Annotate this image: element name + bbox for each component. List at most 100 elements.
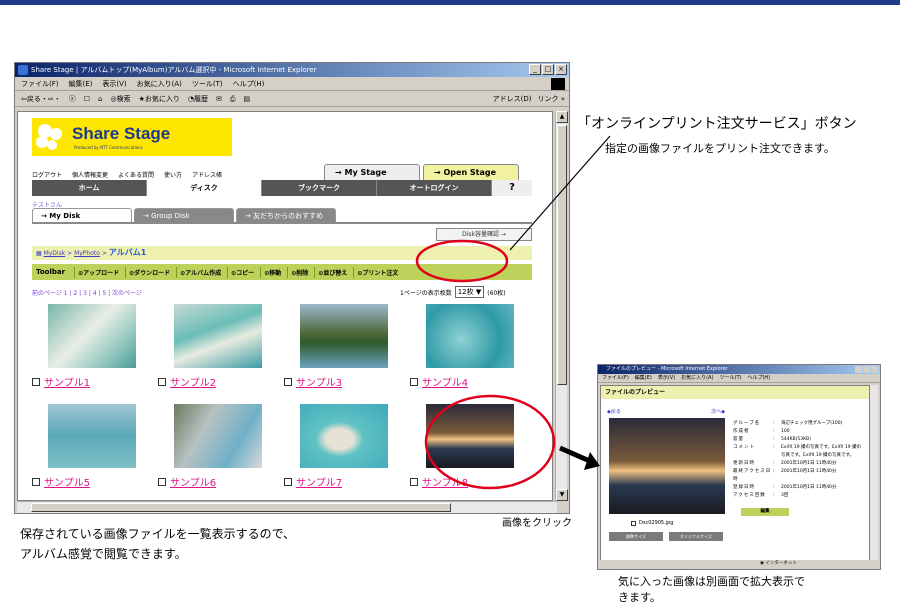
preview-edit-button[interactable]: 編集 xyxy=(741,508,789,516)
edit-icon[interactable]: ▤ xyxy=(243,91,250,106)
photo-checkbox[interactable] xyxy=(410,377,418,386)
history-button[interactable]: ◔履歴 xyxy=(188,91,208,106)
photo-link[interactable]: サンプル6 xyxy=(170,474,216,489)
maximize-button[interactable]: □ xyxy=(542,64,554,75)
preview-scrollbar[interactable] xyxy=(870,385,878,561)
island-photo[interactable] xyxy=(300,304,388,368)
preview-menu-help[interactable]: ヘルプ(H) xyxy=(747,374,770,382)
photo-link[interactable]: サンプル7 xyxy=(296,474,342,489)
standard-size-button[interactable]: 標準サイズ xyxy=(609,532,663,541)
preview-minimize-button[interactable] xyxy=(855,366,862,373)
photo-checkbox[interactable] xyxy=(158,377,166,386)
photo-link[interactable]: サンプル3 xyxy=(296,374,342,389)
scroll-up-icon[interactable]: ▲ xyxy=(556,111,568,123)
preview-checkbox[interactable] xyxy=(631,520,636,526)
tab-my-disk[interactable]: → My Disk xyxy=(32,208,132,222)
close-button[interactable]: × xyxy=(555,64,567,75)
tab-recommend[interactable]: → 友だちからのおすすめ xyxy=(236,208,336,222)
disk-capacity-button[interactable]: Disk容量確認 → xyxy=(436,228,532,241)
back-button[interactable]: ⇦戻る・⇨・ xyxy=(21,91,61,106)
menu-help[interactable]: ヘルプ(H) xyxy=(233,77,265,90)
photo-checkbox[interactable] xyxy=(32,477,40,486)
preview-maximize-button[interactable] xyxy=(863,366,870,373)
preview-menu-edit[interactable]: 編集(E) xyxy=(635,374,652,382)
photo-link[interactable]: サンプル8 xyxy=(422,474,468,489)
print-icon[interactable]: ⎙ xyxy=(230,91,236,106)
search-button[interactable]: ◎検索 xyxy=(110,91,130,106)
photo-link[interactable]: サンプル4 xyxy=(422,374,468,389)
photo-checkbox[interactable] xyxy=(284,477,292,486)
favorites-button[interactable]: ★お気に入り xyxy=(139,91,180,106)
move-button[interactable]: ⊙移動 xyxy=(260,266,284,278)
nav-home[interactable]: ホーム xyxy=(32,180,147,196)
logout-link[interactable]: ログアウト xyxy=(32,170,62,179)
preview-prev-link[interactable]: ◆戻る xyxy=(607,408,621,415)
photo-checkbox[interactable] xyxy=(284,377,292,386)
heart-reef-photo[interactable] xyxy=(300,404,388,468)
preview-menu-tools[interactable]: ツール(T) xyxy=(720,374,742,382)
photo-checkbox[interactable] xyxy=(158,477,166,486)
faq-link[interactable]: よくある質問 xyxy=(118,170,154,179)
menu-file[interactable]: ファイル(F) xyxy=(21,77,59,90)
sunset-photo[interactable] xyxy=(426,404,514,468)
menu-view[interactable]: 表示(V) xyxy=(102,77,126,90)
preview-titlebar[interactable]: ファイルのプレビュー - Microsoft Internet Explorer xyxy=(598,365,880,374)
delete-button[interactable]: ⊙削除 xyxy=(287,266,311,278)
scroll-thumb[interactable] xyxy=(557,125,567,385)
share-stage-logo[interactable]: Share Stage Produced by NTT Communicatio… xyxy=(32,118,232,156)
profile-link[interactable]: 個人情報変更 xyxy=(72,170,108,179)
howto-link[interactable]: 使い方 xyxy=(164,170,182,179)
nav-autologin[interactable]: オートログイン xyxy=(377,180,492,196)
mail-icon[interactable]: ✉ xyxy=(216,91,222,106)
home-icon[interactable]: ⌂ xyxy=(98,91,102,106)
menu-edit[interactable]: 編集(E) xyxy=(69,77,93,90)
download-button[interactable]: ⊙ダウンロード xyxy=(125,266,173,278)
hscroll-thumb[interactable] xyxy=(31,503,451,512)
nav-bookmark[interactable]: ブックマーク xyxy=(262,180,377,196)
preview-close-button[interactable] xyxy=(871,366,878,373)
original-size-button[interactable]: オリジナルサイズ xyxy=(669,532,723,541)
menu-tools[interactable]: ツール(T) xyxy=(192,77,223,90)
tab-group-disk[interactable]: → Group Disk xyxy=(134,208,234,222)
photo-checkbox[interactable] xyxy=(32,377,40,386)
photo-link[interactable]: サンプル2 xyxy=(170,374,216,389)
preview-menu-file[interactable]: ファイル(F) xyxy=(602,374,629,382)
preview-file: Dsc02905.jpg xyxy=(631,520,673,526)
pagination[interactable]: 前のページ 1 | 2 | 3 | 4 | 5 | 次のページ xyxy=(32,288,142,297)
vertical-scrollbar[interactable]: ▲ ▼ xyxy=(555,111,568,501)
address-book-link[interactable]: アドレス帳 xyxy=(192,170,222,179)
sandbar-photo[interactable] xyxy=(48,304,136,368)
nav-disk[interactable]: ディスク xyxy=(147,180,262,196)
menu-favorites[interactable]: お気に入り(A) xyxy=(137,77,182,90)
photo-checkbox[interactable] xyxy=(410,477,418,486)
scroll-down-icon[interactable]: ▼ xyxy=(556,489,568,501)
refresh-icon[interactable]: ☐ xyxy=(84,91,90,106)
create-album-button[interactable]: ⊙アルバム作成 xyxy=(176,266,224,278)
address-label[interactable]: アドレス(D) xyxy=(493,91,532,107)
minimize-button[interactable]: _ xyxy=(529,64,541,75)
help-icon[interactable]: ? xyxy=(492,180,532,196)
photo-link[interactable]: サンプル1 xyxy=(44,374,90,389)
copy-button[interactable]: ⊙コピー xyxy=(227,266,257,278)
sea-photo[interactable] xyxy=(48,404,136,468)
breadcrumb-myphoto[interactable]: MyPhoto xyxy=(74,250,100,257)
window-titlebar[interactable]: Share Stage | アルバムトップ(MyAlbum)アルバム選択中 - … xyxy=(15,63,569,77)
breadcrumb-mydisk[interactable]: MyDisk xyxy=(44,250,66,257)
photo-link[interactable]: サンプル5 xyxy=(44,474,90,489)
tab-my-stage[interactable]: → My Stage xyxy=(324,164,420,180)
stop-icon[interactable]: ⓧ xyxy=(69,91,76,106)
preview-next-link[interactable]: 次へ◆ xyxy=(711,408,725,415)
print-order-button[interactable]: ⊙プリント注文 xyxy=(353,266,401,278)
lagoon-photo[interactable] xyxy=(174,304,262,368)
per-page-select[interactable]: 12枚 ▼ xyxy=(454,286,485,298)
preview-menu-favorites[interactable]: お気に入り(A) xyxy=(681,374,713,382)
balcony-photo[interactable] xyxy=(174,404,262,468)
preview-menu-view[interactable]: 表示(V) xyxy=(658,374,675,382)
disk-tabs: → My Disk → Group Disk → 友だちからのおすすめ xyxy=(32,208,336,222)
links-label[interactable]: リンク » xyxy=(537,91,565,107)
sort-button[interactable]: ⊙並び替え xyxy=(314,266,350,278)
tab-open-stage[interactable]: → Open Stage xyxy=(423,164,519,180)
upload-button[interactable]: ⊙アップロード xyxy=(74,266,122,278)
horizontal-scrollbar[interactable] xyxy=(17,501,557,513)
reef-photo[interactable] xyxy=(426,304,514,368)
